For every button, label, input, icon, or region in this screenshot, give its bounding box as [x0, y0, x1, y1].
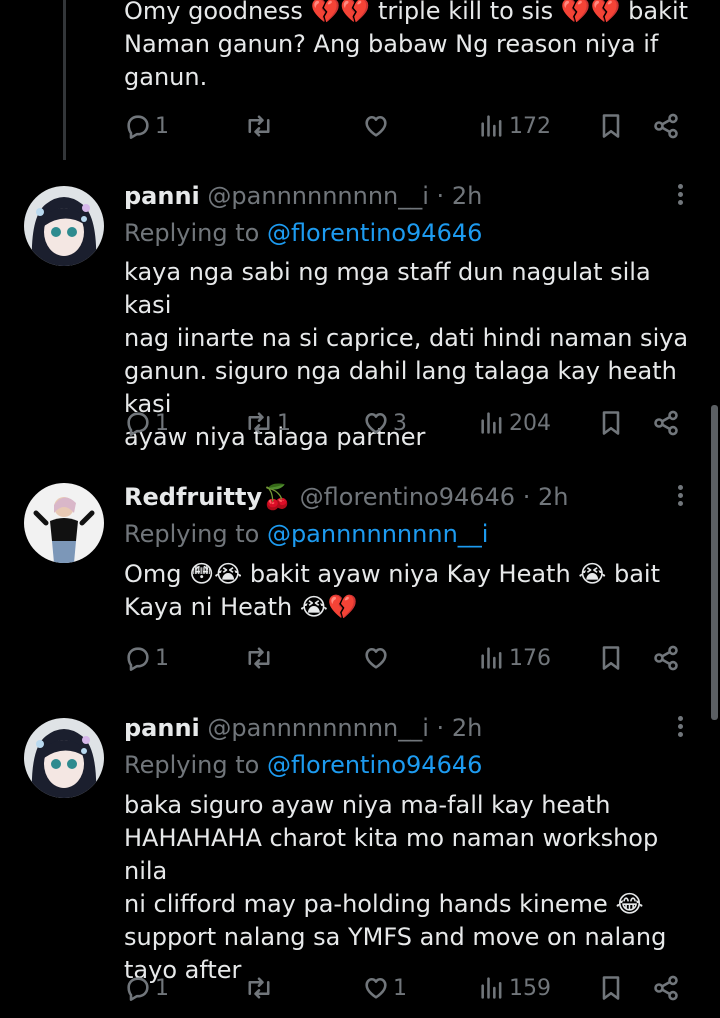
views-icon [481, 412, 502, 434]
avatar[interactable] [24, 718, 104, 798]
views-button[interactable]: 176 [478, 644, 551, 672]
tweet-text: Omg 😳😭 bakit ayaw niya Kay Heath 😭 bait … [124, 560, 660, 621]
repost-count: 1 [277, 410, 291, 436]
like-button[interactable]: 1 [362, 974, 407, 1002]
heart-icon [365, 647, 387, 669]
reply-icon [127, 977, 149, 1001]
share-button[interactable] [652, 644, 680, 672]
like-count: 3 [393, 410, 407, 436]
share-button[interactable] [652, 112, 680, 140]
views-count: 204 [509, 410, 551, 436]
reply-button[interactable]: 1 [124, 644, 169, 672]
reply-count: 1 [155, 410, 169, 436]
reply-icon [127, 412, 149, 436]
repost-button[interactable]: 1 [244, 409, 291, 437]
replying-to-prefix: Replying to [124, 219, 267, 247]
bookmark-icon [602, 411, 620, 435]
reply-count: 1 [155, 975, 169, 1001]
avatar[interactable] [24, 186, 104, 266]
views-icon [481, 977, 502, 999]
replying-to: Replying to @florentino94646 [124, 218, 482, 248]
repost-icon [248, 115, 270, 137]
views-count: 176 [509, 645, 551, 671]
reply-button[interactable]: 1 [124, 409, 169, 437]
tweet-header: panni @pannnnnnnnn__i · 2h [124, 713, 482, 743]
repost-icon [248, 647, 270, 669]
avatar[interactable] [24, 483, 104, 563]
tweet-header: Redfruitty🍒 @florentino94646 · 2h [124, 482, 568, 512]
display-name[interactable]: panni [124, 182, 200, 210]
replying-to-prefix: Replying to [124, 520, 267, 548]
bookmark-button[interactable] [598, 644, 624, 672]
views-count: 172 [509, 113, 551, 139]
share-icon [654, 975, 678, 1001]
more-options-button[interactable] [668, 713, 692, 743]
heart-icon [365, 977, 387, 999]
more-options-button[interactable] [668, 482, 692, 512]
reply-count: 1 [155, 645, 169, 671]
share-icon [654, 113, 678, 139]
handle-and-time: @pannnnnnnnn__i · 2h [207, 714, 483, 742]
replying-to-prefix: Replying to [124, 751, 267, 779]
heart-icon [365, 412, 387, 434]
mention-link[interactable]: @florentino94646 [267, 751, 482, 779]
like-count: 1 [393, 975, 407, 1001]
like-button[interactable]: 3 [362, 409, 407, 437]
bookmark-icon [602, 646, 620, 670]
views-button[interactable]: 172 [478, 112, 551, 140]
repost-button[interactable] [244, 974, 277, 1002]
views-button[interactable]: 204 [478, 409, 551, 437]
reply-icon [127, 115, 149, 139]
repost-button[interactable] [244, 644, 277, 672]
share-icon [654, 410, 678, 436]
mention-link[interactable]: @pannnnnnnnn__i [267, 520, 489, 548]
share-icon [654, 645, 678, 671]
like-button[interactable] [362, 644, 393, 672]
like-button[interactable] [362, 112, 393, 140]
reply-button[interactable]: 1 [124, 974, 169, 1002]
tweet-header: panni @pannnnnnnnn__i · 2h [124, 181, 482, 211]
views-icon [481, 115, 502, 137]
views-count: 159 [509, 975, 551, 1001]
thread-line [63, 0, 66, 160]
share-button[interactable] [652, 974, 680, 1002]
handle-and-time: @florentino94646 · 2h [299, 483, 569, 511]
mention-link[interactable]: @florentino94646 [267, 219, 482, 247]
views-icon [481, 647, 502, 669]
bookmark-icon [602, 976, 620, 1000]
bookmark-icon [602, 114, 620, 138]
reply-button[interactable]: 1 [124, 112, 169, 140]
bookmark-button[interactable] [598, 974, 624, 1002]
display-name[interactable]: Redfruitty🍒 [124, 483, 292, 511]
replying-to: Replying to @pannnnnnnnn__i [124, 519, 488, 549]
display-name[interactable]: panni [124, 714, 200, 742]
tweet-text: baka siguro ayaw niya ma-fall kay heath … [124, 791, 667, 984]
heart-icon [365, 115, 387, 137]
repost-button[interactable] [244, 112, 277, 140]
reply-count: 1 [155, 113, 169, 139]
repost-icon [248, 412, 270, 434]
tweet-text: Omy goodness 💔💔 triple kill to sis 💔💔 ba… [124, 0, 689, 91]
more-options-button[interactable] [668, 181, 692, 211]
bookmark-button[interactable] [598, 112, 624, 140]
share-button[interactable] [652, 409, 680, 437]
views-button[interactable]: 159 [478, 974, 551, 1002]
bookmark-button[interactable] [598, 409, 624, 437]
repost-icon [248, 977, 270, 999]
replying-to: Replying to @florentino94646 [124, 750, 482, 780]
handle-and-time: @pannnnnnnnn__i · 2h [207, 182, 483, 210]
scrollbar[interactable] [711, 405, 718, 720]
reply-icon [127, 647, 149, 671]
